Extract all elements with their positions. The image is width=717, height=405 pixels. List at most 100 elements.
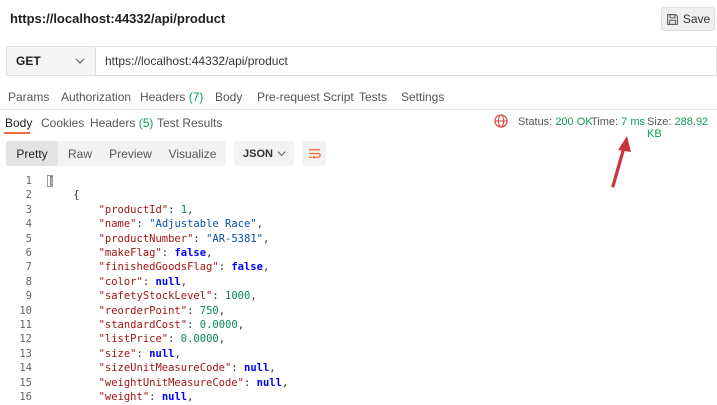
tab-label: Body — [215, 90, 243, 104]
line-number: 6 — [25, 247, 32, 259]
tab-label: Tests — [359, 90, 388, 104]
json-value: false — [174, 247, 207, 259]
code-text: "color": null, — [98, 275, 188, 288]
view-pretty[interactable]: Pretty — [6, 141, 58, 166]
tab-label: Headers — [90, 116, 136, 130]
json-value: "AR-5381" — [206, 232, 263, 245]
wrap-lines-button[interactable] — [302, 141, 326, 166]
title-bar: https://localhost:44332/api/product Save — [0, 0, 717, 38]
code-text: "weightUnitMeasureCode": null, — [98, 376, 289, 389]
code-line: 15 "weightUnitMeasureCode": null, — [0, 377, 717, 391]
code-line: 12 "listPrice": 0.0000, — [0, 333, 717, 347]
line-number: 10 — [19, 304, 32, 317]
json-key: "name" — [98, 218, 137, 231]
code-line: 11 "standardCost": 0.0000, — [0, 319, 717, 333]
json-key: "makeFlag" — [98, 247, 162, 259]
tab-label: Headers — [140, 90, 186, 104]
code-text: "weight": null, — [98, 391, 194, 403]
status-label: Status: — [518, 116, 553, 128]
line-number: 8 — [25, 275, 32, 288]
request-bar: GET https://localhost:44332/api/product — [6, 46, 717, 76]
headers-count-badge: (7) — [188, 90, 204, 104]
view-raw[interactable]: Raw — [58, 141, 102, 166]
tab-tests[interactable]: Tests — [359, 90, 387, 104]
time-indicator: Time: 7 ms — [591, 116, 645, 128]
json-key: "safetyStockLevel" — [98, 290, 213, 303]
json-value: null — [155, 275, 181, 288]
json-value: null — [149, 347, 175, 360]
code-line: 7 "finishedGoodsFlag": false, — [0, 261, 717, 275]
tab-authorization[interactable]: Authorization — [61, 90, 131, 104]
tab-label: Cookies — [41, 116, 85, 130]
time-value: 7 ms — [621, 116, 645, 128]
view-preview[interactable]: Preview — [102, 141, 159, 166]
response-tab-cookies[interactable]: Cookies — [41, 116, 84, 130]
code-text: "finishedGoodsFlag": false, — [98, 261, 270, 274]
json-key: "weightUnitMeasureCode" — [98, 376, 244, 389]
json-key: "color" — [98, 275, 143, 288]
response-tab-test-results[interactable]: Test Results — [157, 116, 222, 130]
line-number: 4 — [25, 218, 32, 231]
code-line: 1[ — [0, 175, 717, 189]
line-number: 2 — [25, 189, 32, 202]
tab-body[interactable]: Body — [215, 90, 242, 104]
code-text: "safetyStockLevel": 1000, — [98, 290, 257, 303]
line-number: 1 — [25, 175, 32, 187]
request-title[interactable]: https://localhost:44332/api/product — [10, 11, 225, 26]
chevron-down-icon — [75, 58, 85, 64]
line-number: 5 — [25, 232, 32, 245]
code-line: 8 "color": null, — [0, 276, 717, 290]
json-key: "standardCost" — [98, 319, 188, 331]
code-line: 9 "safetyStockLevel": 1000, — [0, 290, 717, 304]
tab-label: Pre-request Script — [257, 90, 354, 104]
json-value: 750 — [199, 304, 219, 317]
response-body-editor[interactable]: 1[2 {3 "productId": 1, 4 "name": "Adjusta… — [0, 172, 717, 403]
tab-label: Settings — [401, 90, 445, 104]
format-select[interactable]: JSON — [234, 141, 294, 166]
tab-settings[interactable]: Settings — [401, 90, 444, 104]
response-tab-body[interactable]: Body — [5, 116, 32, 130]
chevron-down-icon — [277, 151, 286, 157]
format-label: JSON — [243, 147, 273, 160]
code-line: 13 "size": null, — [0, 348, 717, 362]
code-text: "productId": 1, — [98, 203, 194, 216]
code-text: "reorderPoint": 750, — [98, 304, 226, 317]
code-text: { — [48, 189, 79, 201]
code-text: "name": "Adjustable Race", — [98, 218, 263, 231]
active-tab-indicator — [4, 132, 30, 134]
view-visualize[interactable]: Visualize — [159, 141, 226, 166]
line-number: 12 — [19, 333, 32, 346]
save-icon — [666, 13, 678, 25]
code-line: 6 "makeFlag": false, — [0, 247, 717, 261]
url-input[interactable]: https://localhost:44332/api/product — [96, 47, 716, 75]
json-value: 1000 — [225, 290, 251, 303]
json-value: "Adjustable Race" — [149, 218, 257, 231]
line-number: 3 — [25, 203, 32, 216]
code-line: 14 "sizeUnitMeasureCode": null, — [0, 362, 717, 376]
code-text: "listPrice": 0.0000, — [98, 333, 226, 346]
headers-count-badge: (5) — [138, 116, 154, 130]
json-value: null — [161, 391, 188, 403]
json-key: "sizeUnitMeasureCode" — [98, 362, 232, 375]
status-value: 200 OK — [555, 116, 593, 128]
code-line: 4 "name": "Adjustable Race", — [0, 218, 717, 232]
json-key: "productId" — [98, 203, 169, 216]
line-number: 16 — [19, 391, 32, 403]
bracket-match-highlight — [47, 175, 53, 187]
method-select[interactable]: GET — [7, 47, 96, 75]
tab-params[interactable]: Params — [8, 90, 49, 104]
globe-icon[interactable] — [494, 114, 508, 128]
json-key: "weight" — [98, 391, 150, 403]
save-button[interactable]: Save — [661, 7, 715, 31]
request-tabs: Params Authorization Headers (7) Body Pr… — [0, 84, 717, 108]
tab-headers[interactable]: Headers (7) — [140, 90, 203, 104]
tab-label: Body — [5, 116, 33, 130]
json-value: 0.0000 — [199, 319, 238, 331]
code-text: "standardCost": 0.0000, — [98, 319, 245, 331]
line-number: 15 — [19, 376, 32, 389]
line-number: 13 — [19, 347, 32, 360]
size-indicator: Size: 288.92 KB — [647, 116, 717, 140]
json-key: "finishedGoodsFlag" — [98, 261, 219, 274]
response-tab-headers[interactable]: Headers (5) — [90, 116, 153, 130]
tab-pre-request-script[interactable]: Pre-request Script — [257, 90, 354, 104]
